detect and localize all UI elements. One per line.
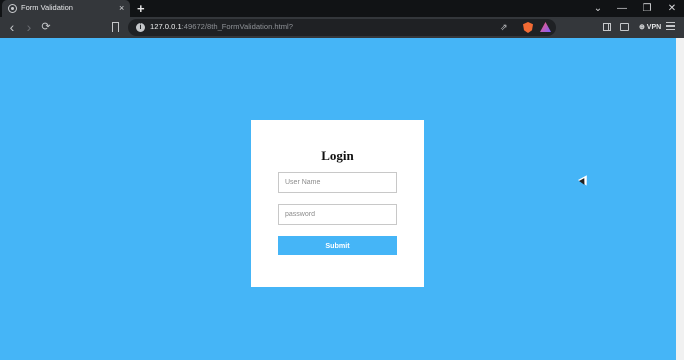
wallet-icon[interactable]	[620, 23, 629, 31]
login-card: Login Submit	[251, 120, 424, 287]
password-input[interactable]	[278, 204, 397, 225]
username-input[interactable]	[278, 172, 397, 193]
address-bar[interactable]: i 127.0.0.1:49672/8th_FormValidation.htm…	[128, 19, 556, 36]
window-close-button[interactable]: ✕	[662, 0, 682, 17]
brave-rewards-icon[interactable]	[540, 22, 551, 32]
url-text[interactable]: 127.0.0.1:49672/8th_FormValidation.html?	[150, 22, 293, 31]
reload-button[interactable]: ⟳	[38, 17, 54, 38]
submit-button[interactable]: Submit	[278, 236, 397, 255]
browser-tab[interactable]: Form Validation ×	[2, 0, 130, 17]
login-title: Login	[321, 148, 354, 163]
url-host: 127.0.0.1	[150, 22, 182, 31]
tab-close-icon[interactable]: ×	[119, 2, 124, 14]
sidebar-icon[interactable]	[603, 23, 611, 31]
bookmark-icon[interactable]	[112, 22, 119, 32]
browser-toolbar: ‹ › ⟳ i 127.0.0.1:49672/8th_FormValidati…	[0, 17, 684, 38]
site-info-icon[interactable]: i	[136, 23, 145, 32]
tab-title: Form Validation	[21, 3, 73, 12]
tab-search-icon[interactable]: ⌄	[588, 0, 608, 17]
back-button[interactable]: ‹	[4, 17, 20, 38]
forward-button[interactable]: ›	[21, 17, 37, 38]
menu-icon[interactable]	[666, 22, 675, 32]
brave-shields-icon[interactable]	[523, 22, 533, 33]
minimize-button[interactable]: —	[612, 0, 632, 17]
url-path: :49672/8th_FormValidation.html?	[181, 22, 293, 31]
scrollbar[interactable]	[676, 38, 684, 360]
vpn-button[interactable]: ⊕ VPN	[636, 21, 664, 34]
share-icon[interactable]: ⇗	[500, 22, 508, 33]
tab-strip: Form Validation × + ⌄ — ❐ ✕	[0, 0, 684, 17]
page-viewport: Login Submit	[0, 38, 676, 360]
globe-icon	[8, 4, 17, 13]
new-tab-button[interactable]: +	[137, 0, 145, 17]
restore-button[interactable]: ❐	[637, 0, 657, 17]
